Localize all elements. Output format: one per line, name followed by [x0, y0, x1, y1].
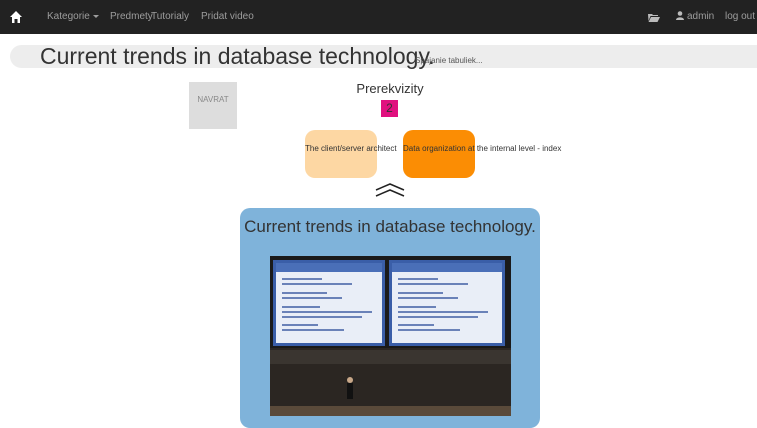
- prerequisite-card-data-organization[interactable]: [403, 130, 475, 178]
- back-button[interactable]: NAVRAT: [189, 82, 237, 129]
- video-title: Current trends in database technology.: [244, 217, 536, 236]
- nav-predmety[interactable]: Predmety: [110, 0, 153, 34]
- prerequisite-label-client-server: The client/server architect: [305, 144, 397, 153]
- video-player[interactable]: [270, 256, 511, 416]
- chevron-double-up-icon[interactable]: [374, 182, 406, 198]
- folder-open-icon[interactable]: [648, 13, 660, 22]
- logout-link[interactable]: log out: [725, 0, 755, 34]
- nav-user[interactable]: admin: [676, 0, 714, 34]
- nav-tutorialy[interactable]: Tutorialy: [151, 0, 189, 34]
- nav-pridat-video[interactable]: Pridat video: [201, 0, 254, 34]
- prerequisite-label-data-organization: Data organization at the internal level …: [403, 144, 562, 153]
- caret-down-icon: [92, 14, 99, 18]
- page-subtitle: Spajanie tabuliek...: [415, 56, 483, 65]
- top-navbar: Kategorie Predmety Tutorialy Pridat vide…: [0, 0, 757, 34]
- prerequisites-count-badge: 2: [381, 100, 398, 117]
- page-title: Current trends in database technology.: [40, 43, 435, 69]
- user-icon: [676, 11, 684, 20]
- prerequisite-card-client-server[interactable]: [305, 130, 377, 178]
- prerequisites-heading: Prerekvizity: [356, 81, 424, 96]
- nav-kategorie-label: Kategorie: [47, 11, 90, 22]
- user-name: admin: [687, 11, 715, 22]
- lecture-video-thumbnail: [270, 256, 511, 416]
- nav-kategorie-dropdown[interactable]: Kategorie: [47, 0, 99, 34]
- home-icon[interactable]: [9, 10, 23, 24]
